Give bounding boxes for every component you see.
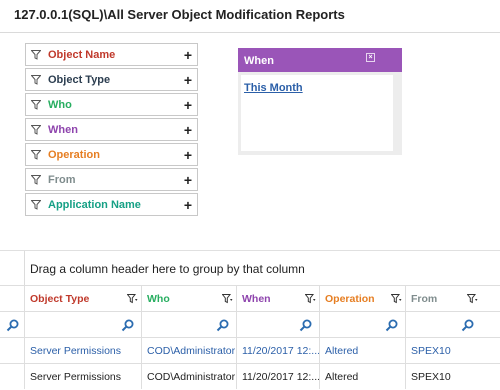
table-row[interactable]: Server Permissions COD\Administrator 11/… <box>0 337 500 363</box>
column-filter-icon[interactable] <box>222 294 233 304</box>
column-filter-icon[interactable] <box>305 294 316 304</box>
filter-label: From <box>48 173 76 186</box>
search-icon[interactable] <box>6 319 19 332</box>
cell-who: COD\Administrator <box>141 364 236 389</box>
filter-icon <box>31 99 41 110</box>
page-title: 127.0.0.1(SQL)\All Server Object Modific… <box>14 7 345 22</box>
filter-label: When <box>48 123 78 136</box>
group-by-hint: Drag a column header here to group by th… <box>30 262 305 276</box>
search-row <box>0 311 500 337</box>
cell-object-type: Server Permissions <box>24 364 141 389</box>
filter-label: Object Type <box>48 73 111 86</box>
column-header-label: Who <box>147 292 170 305</box>
column-header-from[interactable]: From <box>405 286 481 311</box>
search-field-from[interactable] <box>405 312 481 337</box>
close-icon[interactable]: × <box>366 53 375 62</box>
add-icon[interactable]: + <box>179 172 197 188</box>
add-icon[interactable]: + <box>179 72 197 88</box>
column-header-label: From <box>411 292 438 305</box>
filter-object-type[interactable]: Object Type + <box>25 68 198 91</box>
this-month-link[interactable]: This Month <box>244 82 303 94</box>
add-icon[interactable]: + <box>179 122 197 138</box>
cell-from: SPEX10 <box>405 364 481 389</box>
add-icon[interactable]: + <box>179 197 197 213</box>
when-panel-body: This Month <box>241 75 393 151</box>
column-header-label: Operation <box>325 292 375 305</box>
column-header-row: Object Type Who When Operation From <box>0 285 500 311</box>
column-header-label: When <box>242 292 271 305</box>
filter-icon <box>31 124 41 135</box>
filter-label: Object Name <box>48 48 116 61</box>
column-filter-icon[interactable] <box>127 294 138 304</box>
search-field-who[interactable] <box>141 312 236 337</box>
search-icon[interactable] <box>216 319 229 332</box>
cell-who: COD\Administrator <box>141 338 236 363</box>
search-icon[interactable] <box>299 319 312 332</box>
cell-operation: Altered <box>319 338 405 363</box>
column-header-when[interactable]: When <box>236 286 319 311</box>
add-icon[interactable]: + <box>179 147 197 163</box>
filter-icon <box>31 49 41 60</box>
filter-who[interactable]: Who + <box>25 93 198 116</box>
add-icon[interactable]: + <box>179 47 197 63</box>
search-icon[interactable] <box>121 319 134 332</box>
search-field-object-type[interactable] <box>24 312 141 337</box>
filter-object-name[interactable]: Object Name + <box>25 43 198 66</box>
filter-icon <box>31 174 41 185</box>
column-header-operation[interactable]: Operation <box>319 286 405 311</box>
cell-when: 11/20/2017 12:... <box>236 364 319 389</box>
title-divider <box>0 32 500 33</box>
when-panel-title: When <box>244 55 274 67</box>
column-filter-icon[interactable] <box>391 294 402 304</box>
filter-list: Object Name + Object Type + Who + When +… <box>25 43 198 218</box>
filter-icon <box>31 74 41 85</box>
search-icon[interactable] <box>461 319 474 332</box>
search-field-when[interactable] <box>236 312 319 337</box>
cell-operation: Altered <box>319 364 405 389</box>
filter-when[interactable]: When + <box>25 118 198 141</box>
column-filter-icon[interactable] <box>467 294 478 304</box>
search-icon[interactable] <box>385 319 398 332</box>
column-header-who[interactable]: Who <box>141 286 236 311</box>
filter-application-name[interactable]: Application Name + <box>25 193 198 216</box>
filter-label: Who <box>48 98 72 111</box>
table-row[interactable]: Server Permissions COD\Administrator 11/… <box>0 363 500 389</box>
column-header-label: Object Type <box>30 292 90 305</box>
add-icon[interactable]: + <box>179 97 197 113</box>
filter-icon <box>31 149 41 160</box>
filter-operation[interactable]: Operation + <box>25 143 198 166</box>
filter-icon <box>31 199 41 210</box>
search-field-operation[interactable] <box>319 312 405 337</box>
when-filter-panel: When × This Month <box>238 48 402 155</box>
filter-label: Operation <box>48 148 100 161</box>
when-panel-header: When × <box>238 48 402 72</box>
cell-when: 11/20/2017 12:... <box>236 338 319 363</box>
filter-label: Application Name <box>48 198 141 211</box>
group-by-panel[interactable]: Drag a column header here to group by th… <box>24 251 500 285</box>
filter-from[interactable]: From + <box>25 168 198 191</box>
cell-from: SPEX10 <box>405 338 481 363</box>
column-header-object-type[interactable]: Object Type <box>24 286 141 311</box>
cell-object-type: Server Permissions <box>24 338 141 363</box>
